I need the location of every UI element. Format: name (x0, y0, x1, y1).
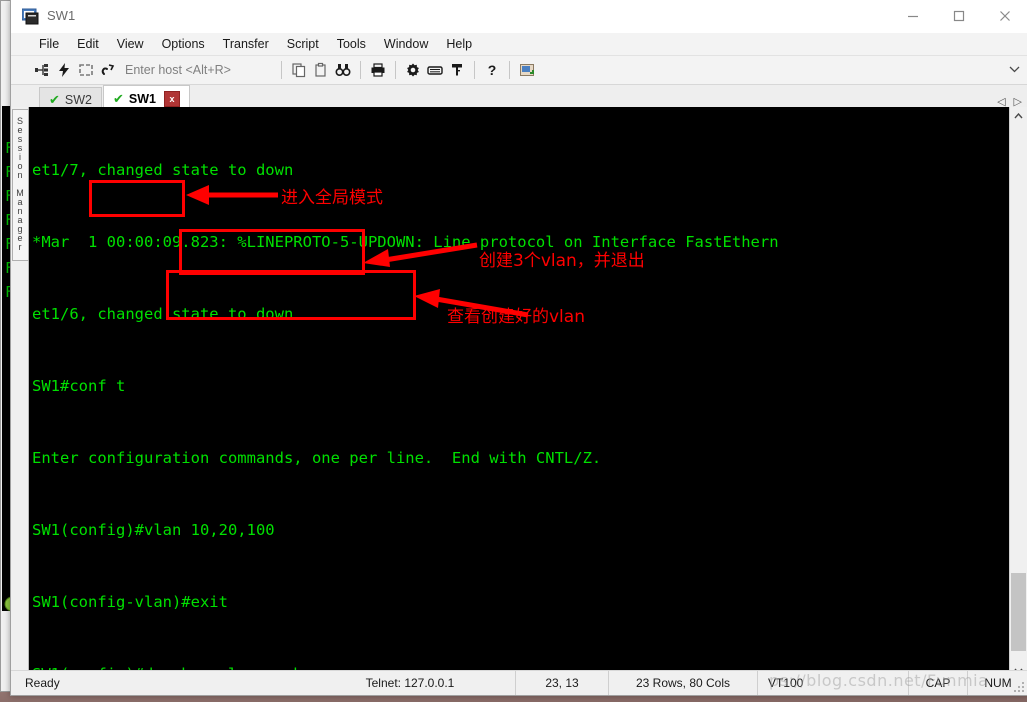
menu-item-script[interactable]: Script (279, 35, 327, 53)
status-ready-label: Ready (25, 676, 60, 690)
status-connection: Telnet: 127.0.0.1 (365, 676, 455, 690)
window-title: SW1 (47, 8, 76, 23)
terminal-line: *Mar 1 00:00:09.823: %LINEPROTO-5-UPDOWN… (32, 233, 779, 251)
status-bar: Ready Telnet: 127.0.0.1 23, 13 23 Rows, … (11, 670, 1027, 695)
scrollbar-thumb[interactable] (1011, 573, 1026, 651)
session-manager-tab[interactable]: Session Manager (12, 109, 29, 261)
svg-text:?: ? (488, 62, 497, 78)
close-icon (1000, 10, 1010, 21)
quick-connect-icon[interactable] (53, 59, 75, 81)
securecrt-app-icon (22, 8, 39, 25)
check-icon: ✔ (49, 91, 60, 107)
terminal-line: et1/7, changed state to down (32, 161, 294, 179)
maximize-button[interactable] (936, 0, 982, 31)
connect-local-shell-icon[interactable] (516, 59, 538, 81)
close-tab-button[interactable]: x (164, 90, 180, 107)
connect-icon[interactable] (31, 59, 53, 81)
menu-item-file[interactable]: File (31, 35, 67, 53)
menu-item-view[interactable]: View (109, 35, 152, 53)
toolbar-separator (395, 61, 396, 79)
connect-sftp-icon[interactable] (97, 59, 119, 81)
securecrt-window[interactable]: SW1 File Edit View Options Transfer Scri… (10, 0, 1027, 696)
status-emulation: VT100 (757, 671, 908, 695)
keymap-editor-icon[interactable] (424, 59, 446, 81)
status-cursor-position: 23, 13 (515, 671, 608, 695)
tab-label: SW1 (128, 91, 156, 106)
close-button[interactable] (982, 0, 1027, 31)
title-bar[interactable]: SW1 (11, 0, 1027, 33)
terminal-line: SW1(config)#vlan 10,20,100 (32, 521, 275, 539)
menu-item-tools[interactable]: Tools (329, 35, 374, 53)
terminal-line: et1/6, changed state to down (32, 305, 294, 323)
terminal-scrollbar[interactable] (1009, 107, 1027, 679)
chevron-up-icon (1014, 112, 1023, 118)
print-icon[interactable] (367, 59, 389, 81)
toolbar[interactable]: Enter host <Alt+R> ? (11, 55, 1027, 84)
menu-item-window[interactable]: Window (376, 35, 436, 53)
toolbar-separator (509, 61, 510, 79)
tab-label: SW2 (64, 92, 92, 107)
paste-icon[interactable] (310, 59, 332, 81)
terminal-output: et1/7, changed state to down *Mar 1 00:0… (29, 107, 1009, 679)
menu-item-help[interactable]: Help (438, 35, 480, 53)
session-manager-rail[interactable]: Session Manager (11, 107, 29, 679)
connect-in-tab-icon[interactable] (75, 59, 97, 81)
menu-bar[interactable]: File Edit View Options Transfer Script T… (11, 33, 1027, 55)
menu-item-transfer[interactable]: Transfer (215, 35, 277, 53)
chevron-down-icon[interactable] (1009, 65, 1020, 73)
status-dimensions: 23 Rows, 80 Cols (608, 671, 757, 695)
menu-item-edit[interactable]: Edit (69, 35, 107, 53)
toolbar-separator (474, 61, 475, 79)
key-icon[interactable] (446, 59, 468, 81)
terminal-line: SW1(config-vlan)#exit (32, 593, 228, 611)
host-input[interactable]: Enter host <Alt+R> (125, 63, 275, 77)
toolbar-separator (360, 61, 361, 79)
minimize-icon (908, 15, 918, 17)
session-manager-label: Session Manager (15, 116, 25, 251)
minimize-button[interactable] (890, 0, 936, 31)
help-icon[interactable]: ? (481, 59, 503, 81)
session-options-icon[interactable] (402, 59, 424, 81)
terminal-pane[interactable]: et1/7, changed state to down *Mar 1 00:0… (29, 107, 1027, 679)
maximize-icon (953, 10, 965, 21)
terminal-line: Enter configuration commands, one per li… (32, 449, 602, 467)
resize-grip-icon[interactable] (1012, 680, 1026, 694)
check-icon: ✔ (113, 90, 124, 106)
scroll-up-button[interactable] (1010, 107, 1027, 124)
terminal-line: SW1#conf t (32, 377, 126, 395)
menu-item-options[interactable]: Options (154, 35, 213, 53)
copy-icon[interactable] (288, 59, 310, 81)
status-caps-indicator: CAP (908, 671, 967, 695)
find-icon[interactable] (332, 59, 354, 81)
toolbar-separator (281, 61, 282, 79)
